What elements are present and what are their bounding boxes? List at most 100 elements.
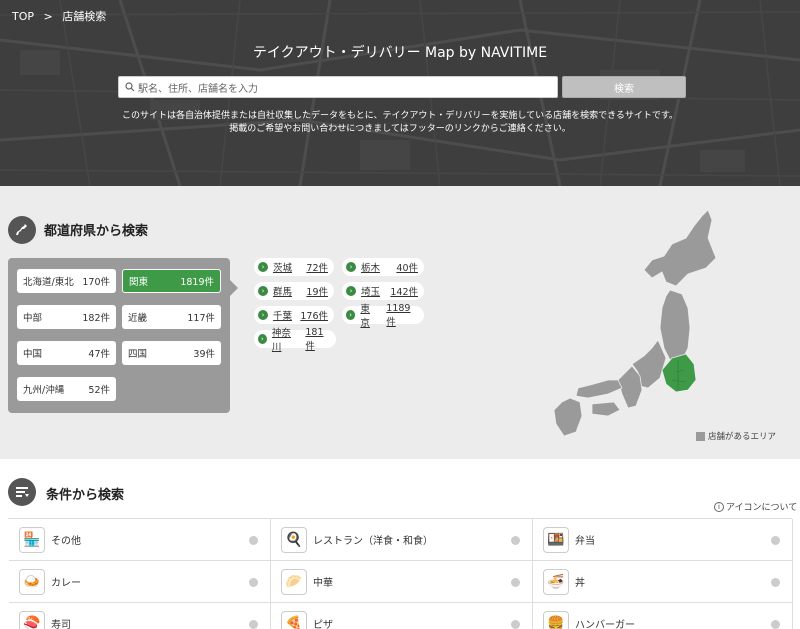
category-label: カレー [51, 578, 81, 589]
prefecture-link-kanagawa[interactable]: › 神奈川 181件 [254, 327, 336, 353]
category-radio[interactable] [771, 578, 780, 587]
region-name: 四国 [128, 349, 148, 360]
category-radio[interactable] [511, 620, 520, 629]
japan-map[interactable] [548, 208, 718, 438]
category-grid: 🏪 その他 🍳 レストラン（洋食・和食） 🍱 弁当 🍛 カレー 🥟 中華 🍜 丼… [8, 518, 793, 629]
page-title: テイクアウト・デリバリー Map by NAVITIME [252, 45, 548, 61]
breadcrumb-separator: > [43, 10, 53, 23]
region-hokkaido-tohoku[interactable]: 北海道/東北 170件 [17, 269, 116, 293]
prefecture-count: 1189件 [386, 302, 411, 328]
icon-help-label: アイコンについて [726, 503, 798, 513]
search-button[interactable]: 検索 [562, 76, 686, 98]
prefecture-name: 茨城 [273, 263, 293, 274]
condition-section-icon [8, 478, 36, 506]
category-radio[interactable] [511, 578, 520, 587]
search-input[interactable]: 駅名、住所、店舗名を入力 [118, 76, 558, 98]
sushi-icon: 🍣 [19, 610, 45, 629]
donburi-icon: 🍜 [543, 568, 569, 595]
category-other[interactable]: 🏪 その他 [9, 519, 271, 561]
legend-swatch [696, 431, 705, 441]
category-label: ハンバーガー [575, 620, 635, 629]
prefecture-name: 栃木 [361, 263, 381, 274]
chevron-right-icon: › [258, 262, 268, 272]
category-chinese[interactable]: 🥟 中華 [271, 561, 533, 603]
search-placeholder: 駅名、住所、店舗名を入力 [138, 83, 258, 95]
category-label: 弁当 [575, 536, 595, 547]
chevron-right-icon: › [346, 310, 356, 320]
map-region-kyushu [553, 397, 583, 437]
region-chugoku[interactable]: 中国 47件 [17, 341, 116, 365]
breadcrumb-top-link[interactable]: TOP [12, 10, 34, 23]
prefecture-section-title: 都道府県から検索 [44, 224, 149, 239]
breadcrumb: TOP > 店舗検索 [12, 8, 112, 24]
category-hamburger[interactable]: 🍔 ハンバーガー [533, 603, 793, 629]
gyoza-icon: 🥟 [281, 568, 307, 595]
hero-banner: TOP > 店舗検索 テイクアウト・デリバリー Map by NAVITIME … [0, 0, 800, 186]
region-count: 47件 [88, 349, 110, 360]
region-kanto[interactable]: 関東 1819件 [122, 269, 221, 293]
category-radio[interactable] [249, 536, 258, 545]
category-radio[interactable] [771, 536, 780, 545]
category-bento[interactable]: 🍱 弁当 [533, 519, 793, 561]
category-radio[interactable] [511, 536, 520, 545]
category-label: レストラン（洋食・和食） [313, 536, 433, 547]
chevron-right-icon: › [258, 286, 268, 296]
prefecture-name: 東京 [360, 304, 370, 329]
prefecture-link-chiba[interactable]: › 千葉 176件 [254, 306, 334, 324]
category-label: その他 [51, 536, 81, 547]
region-name: 九州/沖縄 [23, 385, 65, 396]
prefecture-link-saitama[interactable]: › 埼玉 142件 [342, 282, 424, 300]
region-name: 関東 [129, 277, 149, 288]
category-radio[interactable] [249, 578, 258, 587]
category-sushi[interactable]: 🍣 寿司 [9, 603, 271, 629]
prefecture-link-ibaraki[interactable]: › 茨城 72件 [254, 258, 334, 276]
region-name: 近畿 [128, 313, 148, 324]
restaurant-icon: 🍳 [281, 526, 307, 553]
region-kyushu-okinawa[interactable]: 九州/沖縄 52件 [17, 377, 116, 401]
category-pizza[interactable]: 🍕 ピザ [271, 603, 533, 629]
region-count: 182件 [82, 313, 110, 324]
category-label: ピザ [313, 620, 333, 629]
region-name: 北海道/東北 [23, 277, 74, 288]
region-kinki[interactable]: 近畿 117件 [122, 305, 221, 329]
region-panel: 北海道/東北 170件 関東 1819件 中部 182件 近畿 117件 中国 … [8, 258, 238, 413]
prefecture-name: 千葉 [273, 311, 293, 322]
category-donburi[interactable]: 🍜 丼 [533, 561, 793, 603]
condition-section-title: 条件から検索 [46, 488, 125, 503]
region-count: 1819件 [180, 277, 214, 288]
japan-map-section-icon [8, 216, 36, 244]
prefecture-link-gunma[interactable]: › 群馬 19件 [254, 282, 334, 300]
curry-icon: 🍛 [19, 568, 45, 595]
region-chubu[interactable]: 中部 182件 [17, 305, 116, 329]
chevron-right-icon: › [258, 310, 268, 320]
region-count: 170件 [82, 277, 110, 288]
category-radio[interactable] [249, 620, 258, 629]
list-filter-icon [16, 487, 29, 497]
prefecture-count: 72件 [306, 263, 328, 274]
description-line-1: このサイトは各自治体提供または自社収集したデータをもとに、テイクアウト・デリバリ… [121, 111, 679, 121]
prefecture-count: 40件 [396, 263, 418, 274]
search-icon [125, 82, 135, 92]
map-region-shikoku [591, 401, 621, 417]
shop-icon: 🏪 [19, 526, 45, 553]
prefecture-link-tokyo[interactable]: › 東京 1189件 [342, 303, 424, 329]
description-line-2: 掲載のご希望やお問い合わせにつきましてはフッターのリンクからご連絡ください。 [229, 124, 571, 134]
info-icon: i [714, 501, 724, 512]
prefecture-link-tochigi[interactable]: › 栃木 40件 [342, 258, 424, 276]
bento-icon: 🍱 [543, 526, 569, 553]
category-curry[interactable]: 🍛 カレー [9, 561, 271, 603]
region-count: 39件 [193, 349, 215, 360]
map-region-hokkaido [643, 209, 717, 287]
chevron-right-icon: › [346, 262, 356, 272]
region-count: 117件 [187, 313, 215, 324]
category-label: 寿司 [51, 620, 71, 629]
breadcrumb-current: 店舗検索 [62, 10, 107, 23]
region-shikoku[interactable]: 四国 39件 [122, 341, 221, 365]
category-radio[interactable] [771, 620, 780, 629]
prefecture-count: 19件 [306, 287, 328, 298]
icon-help-link[interactable]: i アイコンについて [714, 500, 797, 513]
category-restaurant[interactable]: 🍳 レストラン（洋食・和食） [271, 519, 533, 561]
category-label: 丼 [575, 578, 585, 589]
map-region-tohoku [659, 289, 691, 361]
hamburger-icon: 🍔 [543, 610, 569, 629]
